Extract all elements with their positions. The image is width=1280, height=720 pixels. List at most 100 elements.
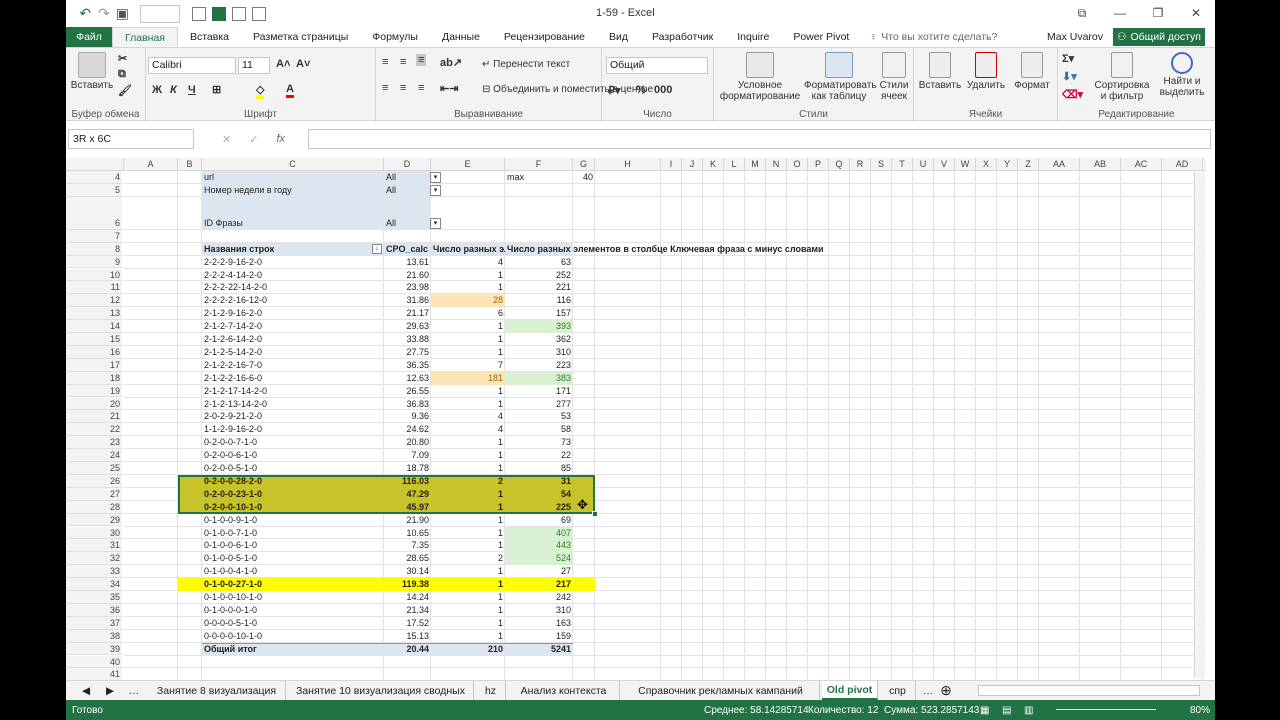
pivot-row-header[interactable]: Названия строк (202, 243, 384, 256)
count-value[interactable]: 1 (431, 539, 505, 552)
phrase-count-value[interactable]: 221 (505, 281, 573, 294)
phrase-count-value[interactable]: 310 (505, 346, 573, 359)
column-header-i[interactable]: I (661, 158, 682, 171)
tell-me[interactable]: ♀ Что вы хотите сделать? (869, 27, 997, 47)
row-header[interactable]: 31 (66, 539, 122, 553)
fill-color-icon[interactable]: ◇ (256, 83, 265, 99)
cpo-value[interactable]: 33.88 (384, 333, 431, 346)
cell-styles-button[interactable]: Стили ячеек (876, 52, 912, 102)
pivot-col-header[interactable]: Число разных эл (431, 243, 505, 256)
clear-icon[interactable]: ⌫▾ (1062, 88, 1083, 101)
table-icon[interactable] (232, 6, 246, 21)
column-header-s[interactable]: S (871, 158, 892, 171)
format-cells-button[interactable]: Формат (1010, 52, 1054, 91)
phrase-count-value[interactable]: 163 (505, 617, 573, 630)
font-color-icon[interactable]: A (286, 83, 294, 98)
row-label[interactable]: 2-1-2-9-16-2-0 (202, 307, 384, 320)
row-label[interactable]: 2-2-2-4-14-2-0 (202, 269, 384, 282)
row-label[interactable]: 0-1-0-0-4-1-0 (202, 565, 384, 578)
cpo-value[interactable]: 29.63 (384, 320, 431, 333)
cpo-value[interactable]: 9.36 (384, 410, 431, 423)
column-header-d[interactable]: D (384, 158, 431, 171)
grow-font-icon[interactable]: A˄ (276, 58, 290, 70)
column-header-m[interactable]: M (745, 158, 766, 171)
row-label[interactable]: 2-1-2-5-14-2-0 (202, 346, 384, 359)
align-right-icon[interactable]: ≡ (418, 82, 424, 94)
column-header-ae[interactable]: AE (1203, 158, 1206, 171)
orientation-icon[interactable]: ab↗ (440, 56, 462, 69)
cpo-value[interactable]: 14.24 (384, 591, 431, 604)
row-header[interactable]: 28 (66, 500, 122, 514)
row-header[interactable]: 14 (66, 320, 122, 333)
formula-input[interactable] (308, 129, 1211, 149)
percent-icon[interactable]: % (636, 84, 646, 96)
row-header[interactable]: 22 (66, 423, 122, 437)
column-header-l[interactable]: L (724, 158, 745, 171)
column-header-f[interactable]: F (505, 158, 573, 171)
font-name-select[interactable]: Calibri (148, 57, 236, 74)
column-header-ad[interactable]: AD (1162, 158, 1203, 171)
sheet-tab[interactable]: Анализ контекста (508, 681, 620, 700)
underline-button[interactable]: Ч (188, 84, 196, 96)
add-sheet-icon[interactable]: ⊕ (936, 681, 956, 700)
count-value[interactable]: 1 (431, 269, 505, 282)
autosum-icon[interactable]: Σ▾ (1062, 52, 1074, 65)
cpo-value[interactable]: 13.61 (384, 256, 431, 269)
cpo-value[interactable]: 12.63 (384, 372, 431, 385)
cpo-value[interactable]: 7.35 (384, 539, 431, 552)
count-value[interactable]: 1 (431, 346, 505, 359)
row-header[interactable]: 9 (66, 255, 122, 269)
phrase-count-value[interactable]: 242 (505, 591, 573, 604)
qat-field[interactable] (139, 4, 180, 23)
align-bottom-icon[interactable]: ≡ (416, 54, 427, 66)
row-label[interactable]: 2-1-2-2-16-6-0 (202, 372, 384, 385)
count-value[interactable]: 1 (431, 462, 505, 475)
cpo-value[interactable]: 119.38 (384, 578, 431, 591)
count-value[interactable]: 1 (431, 630, 505, 643)
count-value[interactable]: 2 (431, 552, 505, 565)
phrase-count-value[interactable]: 22 (505, 449, 573, 462)
sheet-tab[interactable]: Справочник рекламных кампаний (622, 681, 820, 700)
row-header[interactable]: 20 (66, 397, 122, 411)
prev-sheet-icon[interactable]: ◀ (76, 681, 96, 700)
cpo-value[interactable]: 27.75 (384, 346, 431, 359)
row-label[interactable]: 2-1-2-17-14-2-0 (202, 385, 384, 398)
row-header[interactable]: 40 (66, 655, 122, 669)
count-value[interactable]: 1 (431, 514, 505, 527)
phrase-count-value[interactable]: 116 (505, 294, 573, 307)
row-header[interactable]: 16 (66, 345, 122, 359)
count-value[interactable]: 1 (431, 385, 505, 398)
column-header-z[interactable]: Z (1018, 158, 1039, 171)
phrase-count-value[interactable]: 63 (505, 256, 573, 269)
conditional-formatting-button[interactable]: Условное форматирование (718, 52, 802, 102)
name-box[interactable]: 3R x 6C (68, 129, 194, 149)
format-as-table-button[interactable]: Форматировать как таблицу (804, 52, 877, 102)
row-filter-icon[interactable]: ↓ (372, 243, 382, 254)
cpo-value[interactable]: 17.52 (384, 617, 431, 630)
sort-filter-button[interactable]: Сортировка и фильтр (1092, 52, 1152, 102)
row-header[interactable]: 17 (66, 358, 122, 372)
row-header[interactable]: 41 (66, 668, 122, 680)
count-value[interactable]: 1 (431, 449, 505, 462)
close-icon[interactable]: ✕ (1177, 0, 1215, 26)
selection-range[interactable] (178, 474, 595, 514)
undo-icon[interactable]: ↶ (78, 4, 93, 24)
row-header[interactable]: 34 (66, 578, 122, 591)
row-label[interactable]: 0-1-0-0-6-1-0 (202, 539, 384, 552)
column-header-g[interactable]: G (573, 158, 595, 171)
cpo-value[interactable]: 10.65 (384, 527, 431, 540)
phrase-count-value[interactable]: 217 (505, 578, 573, 591)
count-value[interactable]: 1 (431, 527, 505, 540)
row-header[interactable]: 7 (66, 229, 122, 243)
italic-button[interactable]: К (170, 84, 177, 96)
row-header[interactable]: 15 (66, 333, 122, 346)
column-header-y[interactable]: Y (997, 158, 1018, 171)
paste-button[interactable]: Вставить (70, 52, 114, 91)
sheet-tab[interactable]: hz (476, 681, 506, 700)
align-top-icon[interactable]: ≡ (382, 56, 388, 68)
bold-button[interactable]: Ж (152, 84, 162, 96)
vertical-scrollbar[interactable] (1194, 172, 1205, 678)
column-header-k[interactable]: K (703, 158, 724, 171)
tab-power-pivot[interactable]: Power Pivot (781, 27, 861, 47)
count-value[interactable]: 1 (431, 617, 505, 630)
